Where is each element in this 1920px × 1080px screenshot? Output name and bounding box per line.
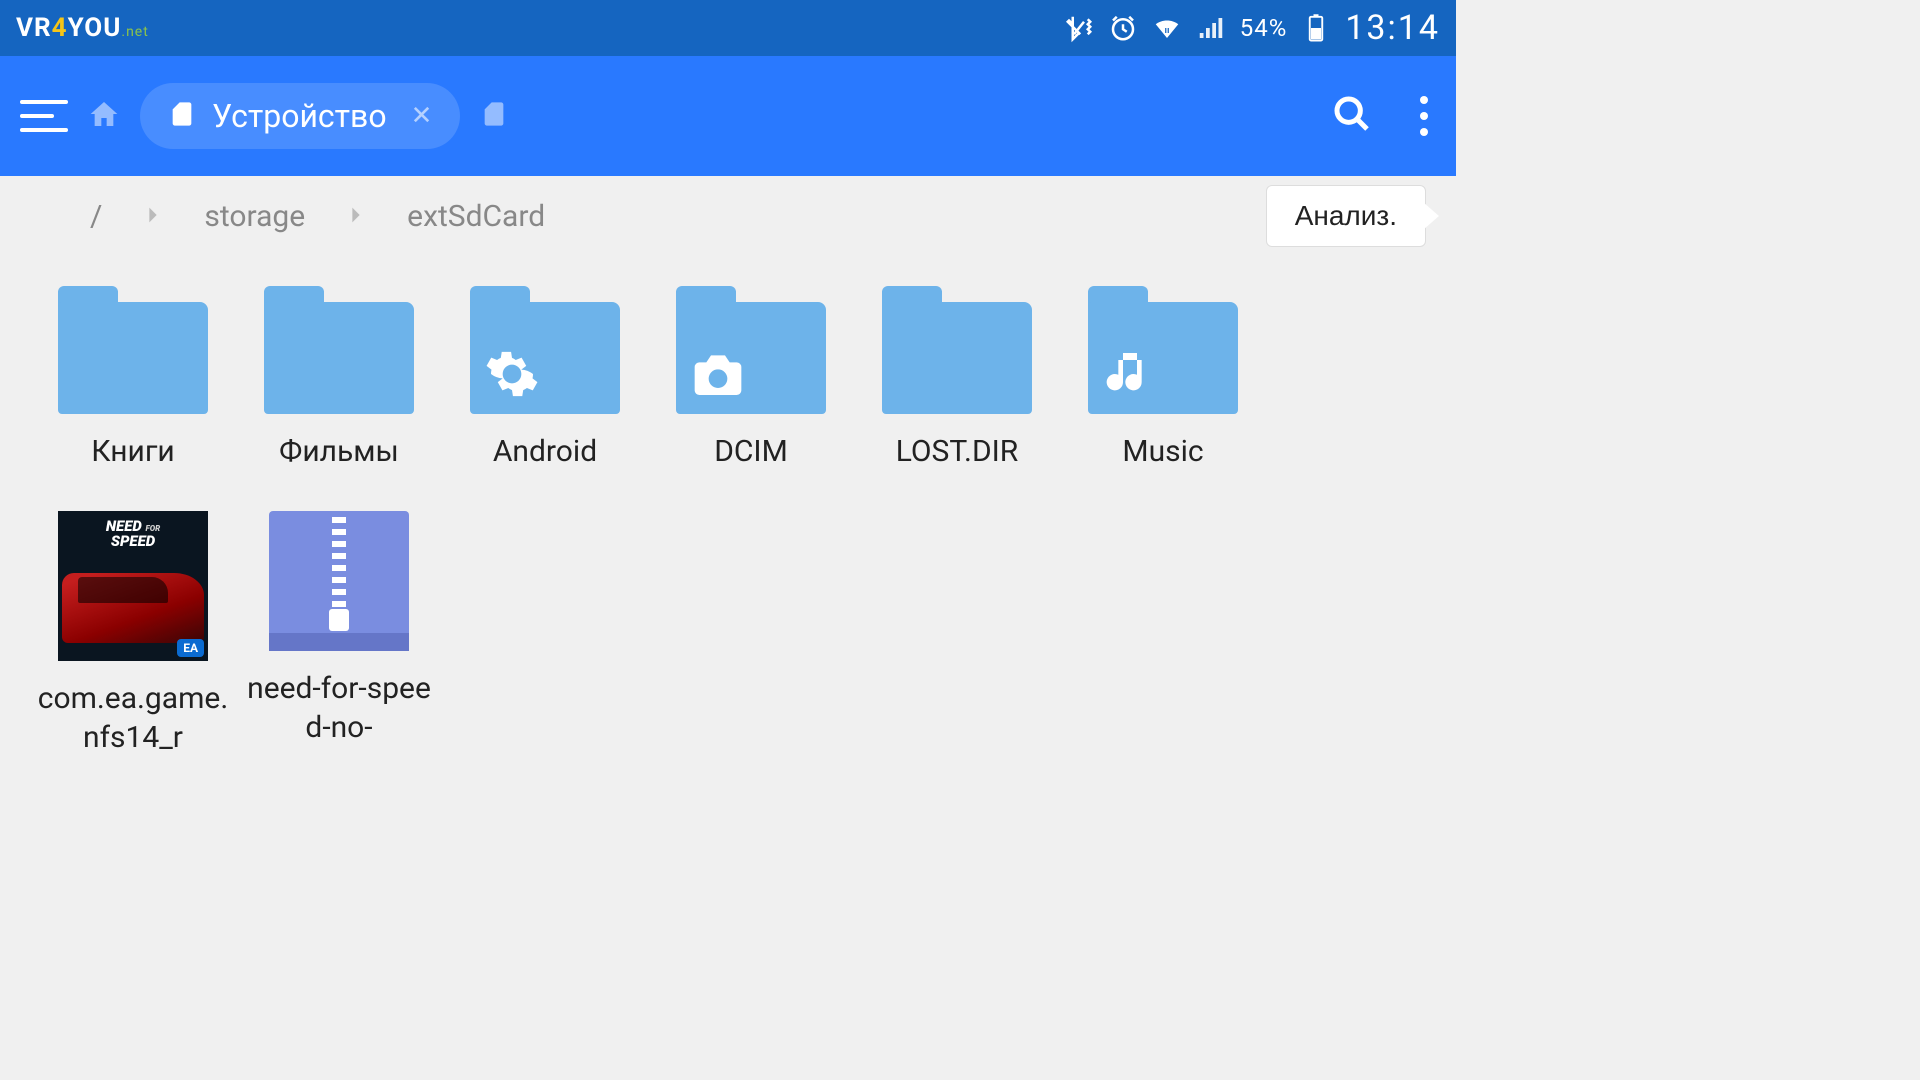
analyze-button[interactable]: Анализ. <box>1266 185 1426 247</box>
search-button[interactable] <box>1332 94 1372 138</box>
file-label: Книги <box>87 432 178 471</box>
folder-icon <box>264 286 414 414</box>
music-note-icon <box>1102 346 1158 402</box>
overflow-menu-button[interactable] <box>1412 96 1436 136</box>
zip-archive-icon <box>269 511 409 651</box>
menu-button[interactable] <box>20 92 68 140</box>
folder-books[interactable]: Книги <box>30 286 236 471</box>
signal-icon <box>1196 13 1226 43</box>
clock-time: 13:14 <box>1345 8 1440 48</box>
app-thumbnail: NEED FOR SPEED EA <box>58 511 208 661</box>
file-label: Android <box>489 432 601 471</box>
folder-icon <box>882 286 1032 414</box>
folder-icon <box>676 286 826 414</box>
watermark-logo: VR4YOU.net <box>16 13 149 43</box>
logo-highlight: 4 <box>52 13 68 43</box>
folder-icon <box>470 286 620 414</box>
folder-music[interactable]: Music <box>1060 286 1266 471</box>
camera-icon <box>690 346 746 402</box>
tab-label: Устройство <box>212 97 387 135</box>
sd-card-icon <box>168 100 196 132</box>
battery-percent: 54% <box>1240 14 1288 42</box>
alarm-icon <box>1108 13 1138 43</box>
breadcrumb-storage[interactable]: storage <box>204 199 305 234</box>
logo-suffix: YOU <box>68 13 122 43</box>
app-bar: Устройство ✕ <box>0 56 1456 176</box>
status-tray: 54% 13:14 <box>1064 8 1440 48</box>
home-button[interactable] <box>88 98 120 134</box>
folder-icon <box>1088 286 1238 414</box>
folder-icon <box>58 286 208 414</box>
vibrate-mute-icon <box>1064 13 1094 43</box>
wifi-icon <box>1152 13 1182 43</box>
gear-icon <box>484 346 540 402</box>
car-graphic <box>62 573 204 643</box>
file-label: DCIM <box>710 432 792 471</box>
file-label: Фильмы <box>275 432 403 471</box>
tab-close-button[interactable]: ✕ <box>411 101 433 131</box>
ea-badge: EA <box>177 639 204 657</box>
file-label: LOST.DIR <box>892 432 1023 471</box>
file-nfs-zip[interactable]: need-for-speed-no- <box>236 511 442 757</box>
folder-dcim[interactable]: DCIM <box>648 286 854 471</box>
chevron-right-icon <box>142 199 164 234</box>
status-bar: VR4YOU.net 54% 13:14 <box>0 0 1456 56</box>
folder-lostdir[interactable]: LOST.DIR <box>854 286 1060 471</box>
logo-prefix: VR <box>16 13 52 43</box>
file-label: Music <box>1118 432 1207 471</box>
new-tab-sd-icon[interactable] <box>480 100 508 132</box>
logo-tld: .net <box>121 24 148 40</box>
battery-icon <box>1301 13 1331 43</box>
file-nfs-app[interactable]: NEED FOR SPEED EA com.ea.game.nfs14_r <box>30 511 236 757</box>
breadcrumb: / storage extSdCard Анализ. <box>0 176 1456 256</box>
file-grid: Книги Фильмы Android DCIM LOST.DIR <box>0 256 1456 827</box>
breadcrumb-extsdcard[interactable]: extSdCard <box>407 199 545 234</box>
nfs-line2: SPEED <box>111 532 155 550</box>
folder-films[interactable]: Фильмы <box>236 286 442 471</box>
file-label: need-for-speed-no- <box>236 669 442 747</box>
tab-device[interactable]: Устройство ✕ <box>140 83 460 149</box>
chevron-right-icon <box>345 199 367 234</box>
file-label: com.ea.game.nfs14_r <box>30 679 236 757</box>
folder-android[interactable]: Android <box>442 286 648 471</box>
breadcrumb-root[interactable]: / <box>90 199 102 234</box>
